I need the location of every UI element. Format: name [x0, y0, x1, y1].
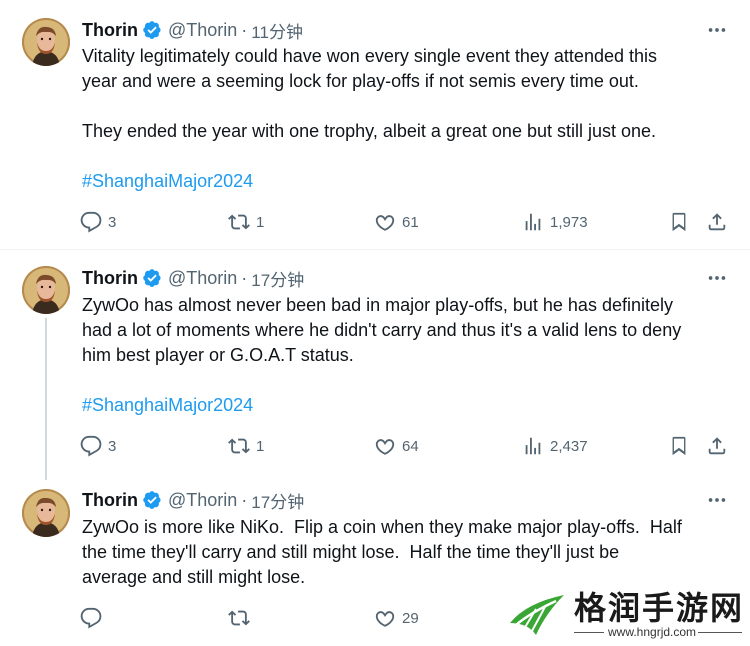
reply-count: 3	[108, 213, 117, 231]
verified-badge-icon	[142, 20, 162, 40]
reply-button[interactable]: 3	[80, 433, 116, 459]
share-button[interactable]	[706, 433, 728, 459]
tweet-text: Vitality legitimately could have won eve…	[82, 46, 657, 141]
tweet-2[interactable]: Thorin @Thorin · 17分钟 ZywOo has almost n…	[0, 250, 750, 475]
reply-button[interactable]	[80, 605, 102, 631]
share-icon	[706, 211, 728, 233]
repost-count: 1	[256, 437, 265, 455]
author-handle[interactable]: @Thorin	[168, 268, 237, 289]
repost-icon	[228, 211, 250, 233]
share-button[interactable]	[706, 209, 728, 235]
more-icon[interactable]	[706, 267, 728, 289]
like-count: 64	[402, 437, 419, 455]
like-icon	[374, 211, 396, 233]
views-button[interactable]: 1,973	[522, 209, 588, 235]
watermark-title: 格润手游网	[574, 589, 745, 627]
separator-dot: ·	[241, 19, 248, 40]
watermark-url: www.hngrjd.com	[608, 625, 697, 639]
hashtag-link[interactable]: #ShanghaiMajor2024	[82, 395, 253, 416]
tweet-1[interactable]: Thorin @Thorin · 11分钟 Vitality legitimat…	[0, 0, 750, 248]
like-icon	[374, 607, 396, 629]
like-count: 29	[402, 609, 419, 627]
reply-icon	[80, 435, 102, 457]
reply-icon	[80, 607, 102, 629]
tweet-actions: 3 1 61 1,973	[80, 209, 730, 235]
site-watermark: 格润手游网 www.hngrjd.com	[498, 577, 750, 646]
views-icon	[522, 435, 544, 457]
view-count: 2,437	[550, 437, 588, 455]
separator-dot: ·	[241, 267, 248, 288]
author-name[interactable]: Thorin	[82, 268, 138, 289]
repost-button[interactable]: 1	[228, 433, 264, 459]
view-count: 1,973	[550, 213, 588, 231]
reply-icon	[80, 211, 102, 233]
verified-badge-icon	[142, 268, 162, 288]
like-button[interactable]: 64	[374, 433, 419, 459]
reply-count: 3	[108, 437, 117, 455]
views-button[interactable]: 2,437	[522, 433, 588, 459]
share-icon	[706, 435, 728, 457]
like-count: 61	[402, 213, 419, 231]
like-icon	[374, 435, 396, 457]
avatar-image	[22, 18, 70, 66]
tweet-actions: 3 1 64 2,437	[80, 433, 730, 459]
tweet-header: Thorin @Thorin · 17分钟	[82, 488, 304, 512]
like-button[interactable]: 29	[374, 605, 419, 631]
tweet-text: ZywOo has almost never been bad in major…	[82, 295, 682, 365]
verified-badge-icon	[142, 490, 162, 510]
author-name[interactable]: Thorin	[82, 20, 138, 41]
views-icon	[522, 211, 544, 233]
repost-button[interactable]	[228, 605, 250, 631]
timestamp[interactable]: 11分钟	[251, 18, 303, 43]
bookmark-button[interactable]	[668, 209, 690, 235]
repost-button[interactable]: 1	[228, 209, 264, 235]
watermark-rule-left	[574, 632, 604, 633]
watermark-rule-right	[698, 632, 742, 633]
tweet-header: Thorin @Thorin · 11分钟	[82, 18, 303, 42]
more-icon[interactable]	[706, 19, 728, 41]
bookmark-icon	[668, 435, 690, 457]
author-handle[interactable]: @Thorin	[168, 490, 237, 511]
repost-icon	[228, 607, 250, 629]
watermark-logo-icon	[510, 595, 564, 635]
avatar-image	[22, 489, 70, 537]
tweet-header: Thorin @Thorin · 17分钟	[82, 266, 304, 290]
repost-icon	[228, 435, 250, 457]
repost-count: 1	[256, 213, 265, 231]
timestamp[interactable]: 17分钟	[251, 488, 304, 513]
avatar[interactable]	[22, 18, 70, 66]
avatar[interactable]	[22, 266, 70, 314]
more-icon[interactable]	[706, 489, 728, 511]
avatar-image	[22, 266, 70, 314]
timestamp[interactable]: 17分钟	[251, 266, 304, 291]
author-name[interactable]: Thorin	[82, 490, 138, 511]
author-handle[interactable]: @Thorin	[168, 20, 237, 41]
bookmark-button[interactable]	[668, 433, 690, 459]
separator-dot: ·	[241, 489, 248, 510]
avatar[interactable]	[22, 489, 70, 537]
bookmark-icon	[668, 211, 690, 233]
reply-button[interactable]: 3	[80, 209, 116, 235]
like-button[interactable]: 61	[374, 209, 419, 235]
hashtag-link[interactable]: #ShanghaiMajor2024	[82, 171, 253, 192]
